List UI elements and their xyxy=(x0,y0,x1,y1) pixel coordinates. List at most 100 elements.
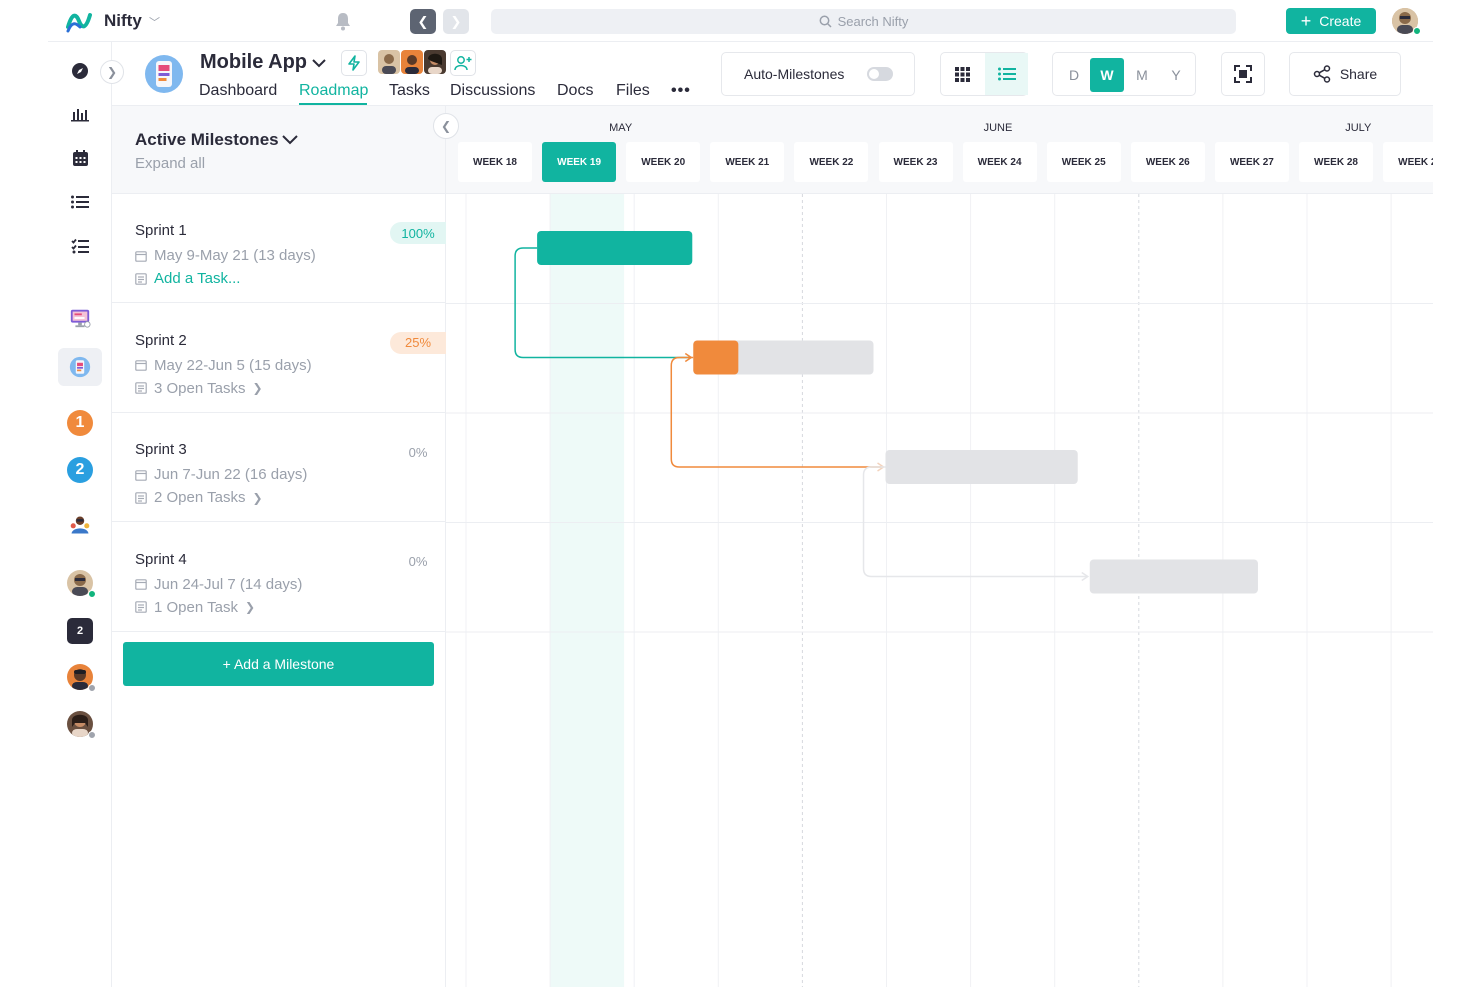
member-avatar[interactable] xyxy=(401,50,423,74)
plus-icon: + xyxy=(1300,11,1312,31)
add-milestone-button[interactable]: + Add a Milestone xyxy=(123,642,434,686)
list-icon[interactable] xyxy=(69,191,91,213)
calendar-icon xyxy=(135,469,147,481)
auto-milestones-toggle[interactable] xyxy=(867,67,893,81)
search-icon xyxy=(819,15,832,28)
milestone-name[interactable]: Sprint 2 xyxy=(135,332,187,349)
fullscreen-button[interactable] xyxy=(1221,52,1265,96)
milestone-dates[interactable]: Jun 7-Jun 22 (16 days) xyxy=(135,466,307,483)
forward-button[interactable]: ❯ xyxy=(443,9,469,34)
badge-label: 2 xyxy=(75,461,85,478)
task-list-icon xyxy=(135,601,147,613)
tab-discussions[interactable]: Discussions xyxy=(450,82,535,100)
calendar-icon xyxy=(135,360,147,371)
chevron-right-icon: ❯ xyxy=(252,381,263,395)
chevron-down-icon[interactable] xyxy=(280,131,300,149)
mobile-app-project-icon[interactable] xyxy=(69,356,91,378)
add-member-button[interactable] xyxy=(450,50,476,76)
notification-badge-1[interactable]: 1 xyxy=(67,410,93,436)
chevron-right-icon: ❯ xyxy=(450,13,462,29)
project-title[interactable]: Mobile App xyxy=(200,51,307,74)
tab-tasks[interactable]: Tasks xyxy=(389,82,430,100)
milestones-panel: Active Milestones Expand all Sprint 1 100… xyxy=(112,106,446,987)
grid-view-button[interactable] xyxy=(941,53,984,95)
tab-docs[interactable]: Docs xyxy=(557,82,593,100)
milestone-dates[interactable]: May 22-Jun 5 (15 days) xyxy=(135,357,312,374)
share-label: Share xyxy=(1339,66,1378,82)
calendar-icon xyxy=(135,579,147,590)
auto-milestones-label: Auto-Milestones xyxy=(744,66,845,82)
chevron-right-icon: ❯ xyxy=(106,65,118,79)
milestone-name[interactable]: Sprint 1 xyxy=(135,222,187,239)
share-button[interactable]: Share xyxy=(1289,52,1401,96)
milestone-tasks-label: Add a Task... xyxy=(154,270,241,287)
milestones-panel-header: Active Milestones Expand all xyxy=(112,106,445,194)
expand-sidebar-button[interactable]: ❯ xyxy=(100,60,124,84)
online-status-dot xyxy=(88,590,96,598)
current-week-highlight xyxy=(550,194,625,987)
dm-group-count: 2 xyxy=(76,625,84,637)
milestone-row[interactable]: Sprint 2 25% May 22-Jun 5 (15 days) 3 Open … xyxy=(112,304,446,413)
chevron-down-icon[interactable] xyxy=(309,53,329,73)
tab-dashboard[interactable]: Dashboard xyxy=(199,82,277,100)
team-icon[interactable] xyxy=(69,514,91,536)
milestone-name[interactable]: Sprint 4 xyxy=(135,551,187,568)
project-members[interactable] xyxy=(378,50,447,75)
checklist-icon[interactable] xyxy=(69,235,91,257)
lightning-icon xyxy=(348,55,360,71)
open-tasks-link[interactable]: 2 Open Tasks ❯ xyxy=(135,489,263,506)
add-task-link[interactable]: Add a Task... xyxy=(135,270,240,287)
share-icon xyxy=(1313,65,1331,83)
calendar-icon[interactable] xyxy=(69,147,91,169)
member-avatar[interactable] xyxy=(424,50,446,74)
timeline-chart xyxy=(446,194,1433,987)
milestone-dates[interactable]: May 9-May 21 (13 days) xyxy=(135,247,316,264)
compass-icon[interactable] xyxy=(69,60,91,82)
scale-year-button[interactable]: Y xyxy=(1159,58,1193,92)
more-options-icon[interactable]: ••• xyxy=(671,82,691,100)
chevron-down-icon[interactable]: ﹀ xyxy=(149,14,160,30)
calendar-icon xyxy=(135,250,147,262)
monitor-project-icon[interactable] xyxy=(69,307,91,329)
milestone-tasks-label: 3 Open Tasks xyxy=(154,379,246,397)
tab-files[interactable]: Files xyxy=(616,82,650,100)
milestone-name[interactable]: Sprint 3 xyxy=(135,441,187,458)
scale-day-button[interactable]: D xyxy=(1057,58,1091,92)
view-switcher xyxy=(940,52,1028,96)
scale-week-button[interactable]: W xyxy=(1090,58,1124,92)
auto-milestones-control[interactable]: Auto-Milestones xyxy=(721,52,915,96)
open-tasks-link[interactable]: 3 Open Tasks ❯ xyxy=(135,380,263,397)
notification-badge-2[interactable]: 2 xyxy=(67,457,93,483)
milestone-dates[interactable]: Jun 24-Jul 7 (14 days) xyxy=(135,576,302,593)
automation-button[interactable] xyxy=(341,50,367,76)
search-input[interactable]: Search Nifty xyxy=(491,9,1236,34)
member-avatar[interactable] xyxy=(378,50,400,74)
milestone-row[interactable]: Sprint 3 0% Jun 7-Jun 22 (16 days) 2 Open T… xyxy=(112,413,445,522)
milestone-progress-fill xyxy=(693,340,739,375)
chevron-left-icon: ❮ xyxy=(417,13,429,29)
list-icon xyxy=(997,67,1016,81)
milestones-title[interactable]: Active Milestones xyxy=(135,130,279,150)
dm-group-badge[interactable]: 2 xyxy=(67,618,93,644)
tab-roadmap[interactable]: Roadmap xyxy=(299,82,368,100)
fullscreen-icon xyxy=(1234,65,1252,83)
bell-icon[interactable] xyxy=(334,11,352,31)
milestone-date-range: Jun 7-Jun 22 (16 days) xyxy=(154,466,308,483)
collapse-panel-button[interactable]: ❮ xyxy=(433,113,459,139)
back-button[interactable]: ❮ xyxy=(410,9,436,34)
badge-label: 1 xyxy=(75,414,85,431)
bar-chart-icon[interactable] xyxy=(69,103,91,125)
open-tasks-link[interactable]: 1 Open Task ❯ xyxy=(135,599,255,616)
list-view-button[interactable] xyxy=(985,53,1028,95)
expand-all-link[interactable]: Expand all xyxy=(135,155,205,172)
create-button[interactable]: + Create xyxy=(1286,8,1376,34)
scale-month-button[interactable]: M xyxy=(1125,58,1159,92)
nifty-logo-icon[interactable] xyxy=(66,9,92,35)
brand-name[interactable]: Nifty xyxy=(104,11,142,31)
milestone-date-range: May 9-May 21 (13 days) xyxy=(154,247,316,264)
task-list-icon xyxy=(135,272,147,285)
milestone-row[interactable]: Sprint 1 100% May 9-May 21 (13 days) Add a … xyxy=(112,194,446,303)
create-label: Create xyxy=(1319,13,1362,29)
offline-status-dot xyxy=(88,731,96,739)
milestone-row[interactable]: Sprint 4 0% Jun 24-Jul 7 (14 days) 1 Open T… xyxy=(112,523,445,632)
